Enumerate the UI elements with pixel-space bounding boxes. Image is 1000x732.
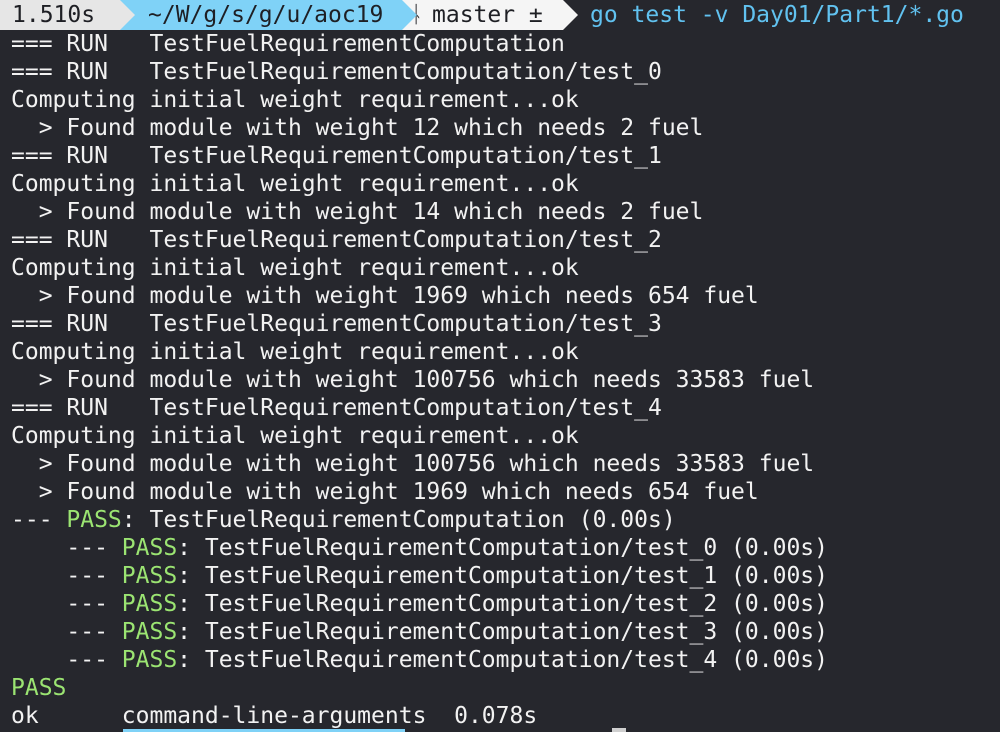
pass-label: PASS [121,535,178,561]
terminal-line: > Found module with weight 100756 which … [11,367,815,393]
pass-label: PASS [121,591,178,617]
summary-dashes: --- [11,563,122,589]
terminal-line: Computing initial weight requirement...o… [11,171,579,197]
summary-dashes: --- [11,507,67,533]
prompt-path-segment: ~/W/g/s/g/u/aoc19 [120,0,417,30]
summary-dashes: --- [11,591,122,617]
terminal-line: Computing initial weight requirement...o… [11,255,579,281]
terminal-line: === RUN TestFuelRequirementComputation/t… [11,227,662,253]
summary-test-name: : TestFuelRequirementComputation/test_4 … [177,647,828,673]
prompt-command[interactable]: go test -v Day01/Part1/*.go [563,0,964,30]
terminal-line: Computing initial weight requirement...o… [11,339,579,365]
prompt-path: ~/W/g/s/g/u/aoc19 [148,2,384,28]
terminal-line: === RUN TestFuelRequirementComputation/t… [11,143,662,169]
summary-dashes: --- [11,619,122,645]
summary-test-name: : TestFuelRequirementComputation/test_1 … [177,563,828,589]
terminal-line: Computing initial weight requirement...o… [11,87,579,113]
powerline-separator [402,0,417,30]
terminal-line: === RUN TestFuelRequirementComputation/t… [11,311,662,337]
ok-result-line: ok command-line-arguments 0.078s [11,703,538,729]
terminal-line: === RUN TestFuelRequirementComputation/t… [11,59,662,85]
prompt-duration-segment: 1.510s [0,0,135,30]
test-summary-line: --- PASS: TestFuelRequirementComputation… [11,618,828,646]
test-summary-line: --- PASS: TestFuelRequirementComputation… [11,590,828,618]
pass-label: PASS [121,563,178,589]
summary-dashes: --- [11,647,122,673]
summary-dashes: --- [11,535,122,561]
terminal-line: > Found module with weight 1969 which ne… [11,283,759,309]
pass-label: PASS [66,507,122,533]
final-pass-line: PASS [11,675,67,701]
pass-label: PASS [121,647,178,673]
powerline-separator [120,0,135,30]
terminal-line: > Found module with weight 100756 which … [11,451,815,477]
summary-test-name: : TestFuelRequirementComputation/test_2 … [177,591,828,617]
prompt-duration: 1.510s [12,2,96,28]
summary-test-name: : TestFuelRequirementComputation/test_3 … [177,619,828,645]
pass-label: PASS [121,619,178,645]
powerline-separator [563,0,578,30]
summary-test-name: : TestFuelRequirementComputation/test_0 … [177,535,828,561]
shell-prompt: 1.510s ~/W/g/s/g/u/aoc19 ᚿ master ± go test … [0,0,964,30]
prompt-git-segment: ᚿ master ± [402,0,578,30]
terminal-line: > Found module with weight 12 which need… [11,115,704,141]
terminal-line: > Found module with weight 1969 which ne… [11,479,759,505]
test-summary-line: --- PASS: TestFuelRequirementComputation… [11,506,676,534]
summary-test-name: : TestFuelRequirementComputation (0.00s) [121,507,676,533]
terminal-cursor [612,728,626,732]
test-summary-line: --- PASS: TestFuelRequirementComputation… [11,562,828,590]
terminal-line: === RUN TestFuelRequirementComputation [11,31,565,57]
prompt-branch: master ± [432,2,543,28]
test-summary-line: --- PASS: TestFuelRequirementComputation… [11,646,828,674]
terminal-line: === RUN TestFuelRequirementComputation/t… [11,395,662,421]
test-summary-line: --- PASS: TestFuelRequirementComputation… [11,534,828,562]
terminal-line: > Found module with weight 14 which need… [11,199,704,225]
terminal-line: Computing initial weight requirement...o… [11,423,579,449]
